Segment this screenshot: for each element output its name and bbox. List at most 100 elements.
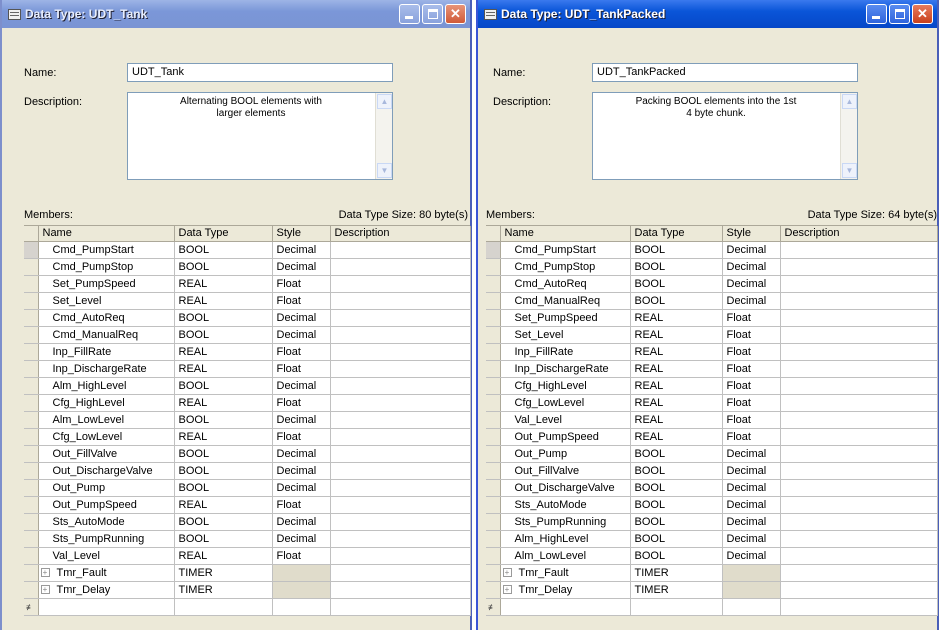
row-selector[interactable] bbox=[24, 445, 39, 463]
member-data-type-cell[interactable]: TIMER bbox=[174, 581, 273, 599]
minimize-button[interactable] bbox=[866, 4, 887, 24]
member-style-cell[interactable]: Float bbox=[722, 326, 781, 344]
column-header-style[interactable]: Style bbox=[272, 226, 331, 242]
row-selector[interactable] bbox=[24, 343, 39, 361]
member-data-type-cell[interactable]: TIMER bbox=[174, 564, 273, 582]
member-description-cell[interactable] bbox=[780, 309, 938, 327]
member-description-cell[interactable] bbox=[330, 394, 471, 412]
member-name-cell[interactable]: Set_Level bbox=[38, 292, 175, 310]
table-row[interactable]: Val_Level REAL Float bbox=[486, 411, 938, 429]
column-header-name[interactable]: Name bbox=[38, 226, 175, 242]
member-data-type-cell[interactable]: REAL bbox=[174, 496, 273, 514]
row-selector[interactable] bbox=[486, 547, 501, 565]
member-name-cell[interactable]: Inp_DischargeRate bbox=[38, 360, 175, 378]
row-selector[interactable] bbox=[24, 530, 39, 548]
member-name-cell[interactable]: Cmd_PumpStop bbox=[38, 258, 175, 276]
member-style-cell[interactable]: Decimal bbox=[722, 292, 781, 310]
member-description-cell[interactable] bbox=[780, 564, 938, 582]
new-member-cell[interactable] bbox=[780, 598, 938, 616]
member-style-cell[interactable]: Decimal bbox=[272, 530, 331, 548]
member-data-type-cell[interactable]: BOOL bbox=[630, 292, 723, 310]
member-description-cell[interactable] bbox=[780, 258, 938, 276]
row-selector[interactable] bbox=[24, 258, 39, 276]
member-data-type-cell[interactable]: BOOL bbox=[630, 462, 723, 480]
row-selector[interactable] bbox=[24, 564, 39, 582]
row-selector[interactable] bbox=[24, 292, 39, 310]
table-row[interactable]: Cmd_PumpStart BOOL Decimal bbox=[486, 241, 938, 259]
member-data-type-cell[interactable]: REAL bbox=[630, 428, 723, 446]
member-name-cell[interactable]: Cfg_LowLevel bbox=[38, 428, 175, 446]
member-style-cell[interactable]: Float bbox=[272, 428, 331, 446]
row-selector[interactable] bbox=[24, 581, 39, 599]
member-style-cell[interactable]: Decimal bbox=[722, 258, 781, 276]
row-selector[interactable] bbox=[24, 479, 39, 497]
table-row[interactable]: Sts_AutoMode BOOL Decimal bbox=[486, 496, 938, 514]
member-name-cell[interactable]: Cfg_HighLevel bbox=[38, 394, 175, 412]
row-selector[interactable] bbox=[24, 394, 39, 412]
member-name-cell[interactable]: Cmd_PumpStart bbox=[500, 241, 631, 259]
member-data-type-cell[interactable]: REAL bbox=[630, 326, 723, 344]
expand-plus-icon[interactable]: + bbox=[502, 585, 512, 595]
member-description-cell[interactable] bbox=[330, 496, 471, 514]
member-name-cell[interactable]: + Tmr_Delay bbox=[500, 581, 631, 599]
close-button[interactable]: ✕ bbox=[445, 4, 466, 24]
member-data-type-cell[interactable]: REAL bbox=[630, 343, 723, 361]
member-data-type-cell[interactable]: BOOL bbox=[174, 479, 273, 497]
table-row[interactable]: Cmd_AutoReq BOOL Decimal bbox=[24, 309, 471, 327]
scroll-up-icon[interactable]: ▲ bbox=[842, 94, 857, 109]
row-selector[interactable] bbox=[486, 241, 501, 259]
new-member-cell[interactable] bbox=[174, 598, 273, 616]
title-bar[interactable]: Data Type: UDT_TankPacked ✕ bbox=[478, 0, 937, 28]
row-selector[interactable] bbox=[486, 462, 501, 480]
new-member-row[interactable]: ≢ bbox=[24, 598, 471, 616]
member-style-cell[interactable]: Float bbox=[722, 343, 781, 361]
member-style-cell[interactable]: Float bbox=[722, 411, 781, 429]
member-style-cell[interactable]: Decimal bbox=[272, 241, 331, 259]
member-data-type-cell[interactable]: BOOL bbox=[630, 241, 723, 259]
member-data-type-cell[interactable]: TIMER bbox=[630, 581, 723, 599]
title-bar[interactable]: Data Type: UDT_Tank ✕ bbox=[2, 0, 470, 28]
row-selector[interactable] bbox=[24, 513, 39, 531]
table-row[interactable]: Val_Level REAL Float bbox=[24, 547, 471, 565]
new-member-cell[interactable] bbox=[330, 598, 471, 616]
member-description-cell[interactable] bbox=[780, 326, 938, 344]
column-header-description[interactable]: Description bbox=[330, 226, 471, 242]
member-data-type-cell[interactable]: REAL bbox=[174, 360, 273, 378]
table-row[interactable]: Cmd_PumpStop BOOL Decimal bbox=[486, 258, 938, 276]
expand-plus-icon[interactable]: + bbox=[40, 568, 50, 578]
maximize-button[interactable] bbox=[889, 4, 910, 24]
member-description-cell[interactable] bbox=[330, 445, 471, 463]
row-selector[interactable] bbox=[486, 530, 501, 548]
member-description-cell[interactable] bbox=[330, 479, 471, 497]
member-style-cell[interactable]: Decimal bbox=[722, 462, 781, 480]
description-scrollbar[interactable]: ▲ ▼ bbox=[840, 93, 857, 179]
expand-plus-icon[interactable]: + bbox=[40, 585, 50, 595]
member-name-cell[interactable]: + Tmr_Fault bbox=[38, 564, 175, 582]
column-header-data-type[interactable]: Data Type bbox=[630, 226, 723, 242]
member-data-type-cell[interactable]: BOOL bbox=[174, 513, 273, 531]
row-selector[interactable] bbox=[486, 411, 501, 429]
member-data-type-cell[interactable]: BOOL bbox=[174, 241, 273, 259]
expand-plus-icon[interactable]: + bbox=[502, 568, 512, 578]
member-data-type-cell[interactable]: REAL bbox=[174, 394, 273, 412]
new-member-row[interactable]: ≢ bbox=[486, 598, 938, 616]
table-row[interactable]: Out_PumpSpeed REAL Float bbox=[486, 428, 938, 446]
member-name-cell[interactable]: Out_PumpSpeed bbox=[38, 496, 175, 514]
member-name-cell[interactable]: Alm_LowLevel bbox=[500, 547, 631, 565]
row-selector[interactable] bbox=[486, 445, 501, 463]
member-style-cell[interactable]: Decimal bbox=[272, 309, 331, 327]
row-selector[interactable] bbox=[24, 275, 39, 293]
member-name-cell[interactable]: Alm_HighLevel bbox=[500, 530, 631, 548]
member-description-cell[interactable] bbox=[330, 241, 471, 259]
member-style-cell[interactable] bbox=[722, 564, 781, 582]
member-style-cell[interactable]: Decimal bbox=[272, 462, 331, 480]
member-style-cell[interactable]: Float bbox=[272, 496, 331, 514]
member-data-type-cell[interactable]: BOOL bbox=[630, 496, 723, 514]
member-name-cell[interactable]: + Tmr_Delay bbox=[38, 581, 175, 599]
row-selector[interactable] bbox=[486, 377, 501, 395]
member-data-type-cell[interactable]: REAL bbox=[174, 343, 273, 361]
member-name-cell[interactable]: Cfg_LowLevel bbox=[500, 394, 631, 412]
member-style-cell[interactable]: Float bbox=[722, 377, 781, 395]
row-selector[interactable] bbox=[486, 394, 501, 412]
row-selector[interactable] bbox=[486, 479, 501, 497]
